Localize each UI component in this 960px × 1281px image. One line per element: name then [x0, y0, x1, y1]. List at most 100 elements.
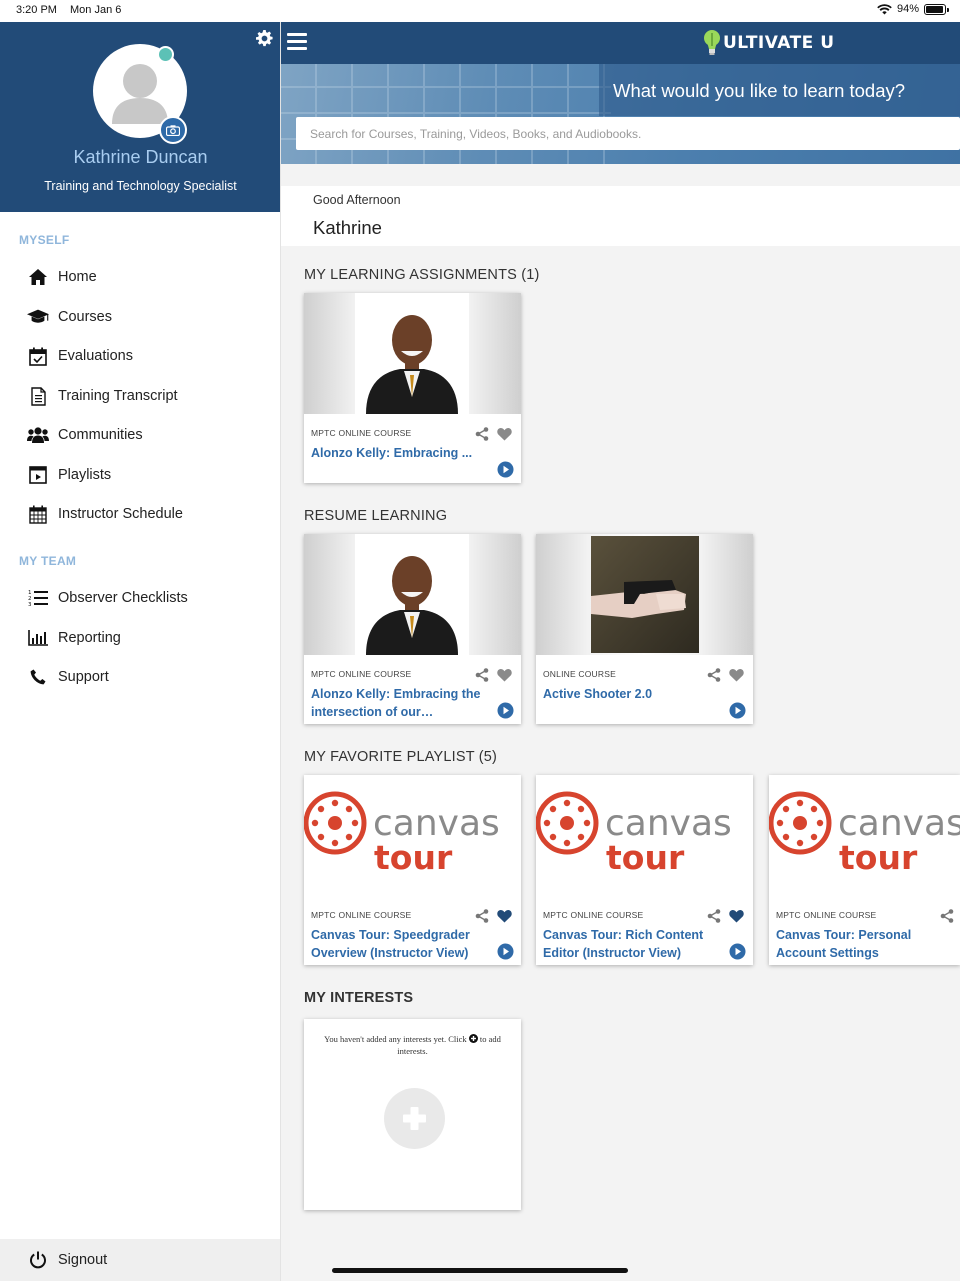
- heart-icon[interactable]: [729, 668, 744, 682]
- home-icon: [27, 266, 49, 288]
- canvas-logo-icon: [769, 791, 832, 855]
- canvas-logo-icon: [304, 791, 367, 855]
- gear-icon[interactable]: [256, 30, 273, 47]
- sidebar-item-label: Playlists: [58, 467, 112, 483]
- sidebar: Kathrine Duncan Training and Technology …: [0, 22, 281, 1281]
- course-type: MPTC ONLINE COURSE: [311, 428, 412, 438]
- share-icon[interactable]: [475, 909, 489, 923]
- sidebar-item-reporting[interactable]: Reporting: [0, 619, 280, 657]
- heart-icon[interactable]: [497, 668, 512, 682]
- sidebar-item-support[interactable]: Support: [0, 658, 280, 696]
- course-type: MPTC ONLINE COURSE: [311, 910, 412, 920]
- sidebar-item-observer-checklists[interactable]: 123 Observer Checklists: [0, 579, 280, 617]
- greeting-panel: Good Afternoon Kathrine: [281, 186, 960, 246]
- sidebar-item-communities[interactable]: Communities: [0, 416, 280, 454]
- sidebar-item-label: Observer Checklists: [58, 590, 188, 606]
- sidebar-item-instructor-schedule[interactable]: Instructor Schedule: [0, 495, 280, 533]
- interests-empty-message: You haven't added any interests yet. Cli…: [318, 1033, 507, 1057]
- play-icon[interactable]: [497, 943, 514, 960]
- course-thumbnail: [536, 534, 753, 655]
- course-card[interactable]: MPTC ONLINE COURSE Alonzo Kelly: Embraci…: [304, 534, 521, 724]
- course-card[interactable]: canvas tour MPTC ONLINE COURSE Canvas To…: [769, 775, 960, 965]
- course-title[interactable]: Active Shooter 2.0: [543, 685, 721, 703]
- status-time: 3:20 PM: [16, 4, 57, 16]
- add-interest-button[interactable]: [384, 1088, 445, 1149]
- course-title[interactable]: Canvas Tour: Speedgrader Overview (Instr…: [311, 926, 489, 962]
- course-card[interactable]: MPTC ONLINE COURSE Alonzo Kelly: Embraci…: [304, 293, 521, 483]
- course-card[interactable]: canvas tour MPTC ONLINE COURSE Canvas To…: [304, 775, 521, 965]
- profile-panel: Kathrine Duncan Training and Technology …: [0, 22, 280, 212]
- section-title-interests: MY INTERESTS: [304, 990, 414, 1006]
- logo-text: ULTIVATE U: [723, 33, 835, 53]
- sidebar-item-label: Instructor Schedule: [58, 506, 183, 522]
- sidebar-item-label: Reporting: [58, 630, 121, 646]
- share-icon[interactable]: [940, 909, 954, 923]
- greeting-name: Kathrine: [313, 217, 382, 238]
- course-thumbnail: canvas tour: [769, 775, 960, 896]
- interests-message-part: You haven't added any interests yet. Cli…: [324, 1034, 467, 1044]
- play-icon[interactable]: [497, 461, 514, 478]
- sidebar-item-training-transcript[interactable]: Training Transcript: [0, 377, 280, 415]
- share-icon[interactable]: [707, 909, 721, 923]
- svg-text:3: 3: [28, 602, 32, 607]
- plus-circle-icon: [468, 1034, 478, 1043]
- share-icon[interactable]: [707, 668, 721, 682]
- top-header: ULTIVATE U: [281, 22, 960, 64]
- section-title-favorites: MY FAVORITE PLAYLIST (5): [304, 749, 498, 765]
- play-icon[interactable]: [729, 943, 746, 960]
- course-thumbnail: [304, 293, 521, 414]
- sidebar-item-playlists[interactable]: Playlists: [0, 456, 280, 494]
- course-title[interactable]: Alonzo Kelly: Embracing ...: [311, 444, 489, 462]
- user-title: Training and Technology Specialist: [44, 179, 237, 193]
- course-type: MPTC ONLINE COURSE: [311, 669, 412, 679]
- heart-filled-icon[interactable]: [497, 909, 512, 923]
- sidebar-item-label: Training Transcript: [58, 388, 178, 404]
- course-title[interactable]: Canvas Tour: Rich Content Editor (Instru…: [543, 926, 721, 962]
- tour-word: tour: [606, 838, 685, 877]
- search-input[interactable]: [296, 117, 960, 150]
- power-icon: [27, 1249, 49, 1271]
- play-icon[interactable]: [497, 702, 514, 719]
- section-title-resume: RESUME LEARNING: [304, 508, 448, 524]
- sidebar-item-label: Home: [58, 269, 97, 285]
- sidebar-item-label: Support: [58, 669, 109, 685]
- numbered-list-icon: 123: [27, 587, 49, 609]
- battery-icon: [924, 3, 949, 15]
- home-indicator[interactable]: [332, 1268, 628, 1273]
- users-icon: [27, 424, 49, 446]
- heart-icon[interactable]: [497, 427, 512, 441]
- heart-filled-icon[interactable]: [729, 909, 744, 923]
- playlist-icon: [27, 464, 49, 486]
- menu-icon[interactable]: [287, 33, 307, 51]
- greeting-text: Good Afternoon: [313, 193, 401, 207]
- status-bar: 3:20 PM Mon Jan 6 94%: [0, 0, 960, 22]
- interests-card[interactable]: You haven't added any interests yet. Cli…: [304, 1019, 521, 1210]
- status-right: 94%: [877, 3, 949, 15]
- sidebar-item-home[interactable]: Home: [0, 258, 280, 296]
- play-icon[interactable]: [729, 702, 746, 719]
- camera-icon[interactable]: [159, 116, 187, 144]
- sidebar-item-label: Courses: [58, 309, 112, 325]
- course-title[interactable]: Canvas Tour: Personal Account Settings: [776, 926, 936, 962]
- lightbulb-icon: [704, 30, 720, 55]
- share-icon[interactable]: [475, 668, 489, 682]
- course-card[interactable]: ONLINE COURSE Active Shooter 2.0: [536, 534, 753, 724]
- wifi-icon: [877, 3, 892, 14]
- calendar-icon: [27, 503, 49, 525]
- phone-icon: [27, 666, 49, 688]
- document-icon: [27, 385, 49, 407]
- course-title[interactable]: Alonzo Kelly: Embracing the intersection…: [311, 685, 489, 721]
- sidebar-item-courses[interactable]: Courses: [0, 298, 280, 336]
- course-card[interactable]: canvas tour MPTC ONLINE COURSE Canvas To…: [536, 775, 753, 965]
- sidebar-item-evaluations[interactable]: Evaluations: [0, 337, 280, 375]
- share-icon[interactable]: [475, 427, 489, 441]
- signout-button[interactable]: Signout: [0, 1239, 280, 1281]
- section-title-assignments: MY LEARNING ASSIGNMENTS (1): [304, 267, 540, 283]
- graduation-cap-icon: [27, 306, 49, 328]
- status-date: Mon Jan 6: [70, 4, 122, 16]
- tour-word: tour: [839, 838, 918, 877]
- calendar-check-icon: [27, 345, 49, 367]
- tour-word: tour: [374, 838, 453, 877]
- user-name: Kathrine Duncan: [73, 147, 208, 167]
- canvas-logo-icon: [536, 791, 599, 855]
